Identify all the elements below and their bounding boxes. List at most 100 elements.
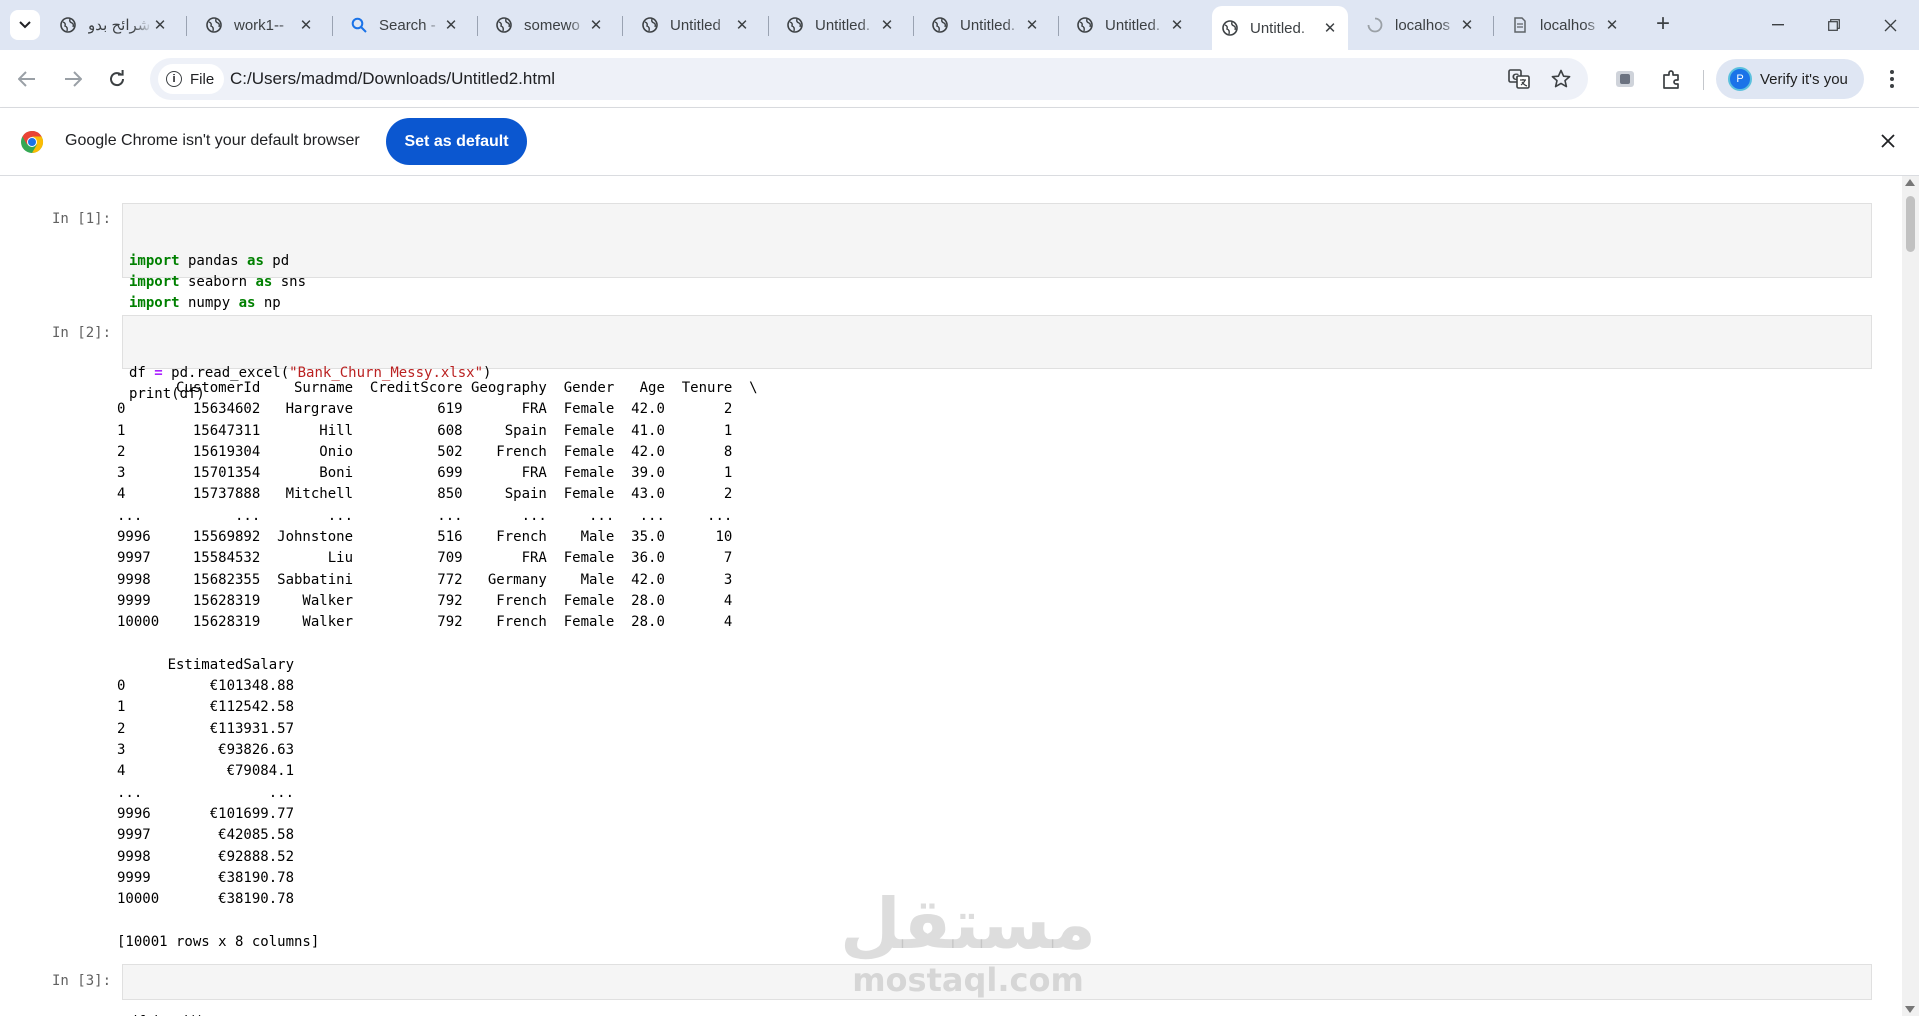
arrow-left-icon (18, 71, 35, 87)
file-chip-label: File (190, 70, 215, 88)
code-token: pd (263, 252, 290, 269)
scrollbar-thumb[interactable] (1906, 196, 1915, 252)
chevron-down-icon (19, 21, 31, 29)
minimize-icon (1772, 24, 1784, 26)
arrow-right-icon (65, 71, 82, 87)
browser-tab[interactable]: Search - ✕ (341, 8, 469, 42)
globe-icon (206, 17, 222, 33)
scroll-down-arrow-icon[interactable] (1905, 1006, 1915, 1013)
toolbar: i File C:/Users/madmd/Downloads/Untitled… (0, 50, 1919, 108)
browser-tab[interactable]: Untitled. ✕ (1067, 8, 1195, 42)
close-tab-icon[interactable]: ✕ (1459, 17, 1475, 34)
browser-tab[interactable]: Untitled. ✕ (922, 8, 1050, 42)
reload-icon (110, 70, 125, 87)
url-text[interactable]: C:/Users/madmd/Downloads/Untitled2.html (230, 69, 555, 89)
browser-tab[interactable]: شرائح بدو ✕ (50, 8, 178, 42)
globe-icon (642, 17, 658, 33)
tab-title: Untitled. (960, 16, 1016, 34)
extensions-button[interactable] (1657, 64, 1687, 94)
tab-separator (332, 16, 333, 36)
restore-button[interactable] (1806, 0, 1862, 50)
translate-icon: G (1508, 69, 1530, 89)
close-tab-icon[interactable]: ✕ (588, 17, 604, 34)
profile-apps-button[interactable] (1610, 64, 1640, 94)
browser-tab[interactable]: somewo ✕ (486, 8, 614, 42)
new-tab-button[interactable]: + (1650, 12, 1676, 38)
browser-tab[interactable]: localhos ✕ (1357, 8, 1485, 42)
browser-tab[interactable]: localhos ✕ (1502, 8, 1630, 42)
browser-tab[interactable]: Untitled. ✕ (1212, 6, 1348, 50)
code-block: df.head() (129, 1012, 1865, 1016)
code-token: seaborn (179, 273, 256, 290)
star-icon (1551, 69, 1571, 88)
tab-title: شرائح بدو (88, 17, 151, 34)
verify-label: Verify it's you (1760, 70, 1848, 88)
close-tab-icon[interactable]: ✕ (152, 17, 168, 34)
close-tab-icon[interactable]: ✕ (734, 17, 750, 34)
tab-title: localhos (1395, 16, 1451, 34)
code-cell-input[interactable]: import pandas as pd import seaborn as sns… (122, 203, 1872, 332)
code-token: np (255, 295, 281, 312)
cell-prompt: In [3]: (52, 973, 112, 989)
chrome-menu-button[interactable] (1877, 64, 1907, 94)
scroll-up-arrow-icon[interactable] (1905, 179, 1915, 186)
page-scrollbar[interactable] (1902, 176, 1919, 1016)
close-tab-icon[interactable]: ✕ (443, 17, 459, 34)
close-tab-icon[interactable]: ✕ (879, 17, 895, 34)
loading-icon (1367, 17, 1383, 33)
info-icon: i (166, 71, 182, 87)
close-tab-icon[interactable]: ✕ (1322, 20, 1338, 37)
cell-prompt: In [2]: (52, 325, 112, 341)
globe-icon (1077, 17, 1093, 33)
code-line: df.head() (129, 1012, 1865, 1016)
tab-separator (1058, 16, 1059, 36)
close-icon (1881, 134, 1895, 148)
watermark: مستقل mostaql.com (840, 886, 1096, 998)
tab-separator (622, 16, 623, 36)
set-as-default-button[interactable]: Set as default (386, 118, 527, 165)
close-tab-icon[interactable]: ✕ (1024, 17, 1040, 34)
globe-icon (60, 17, 76, 33)
close-tab-icon[interactable]: ✕ (298, 17, 314, 34)
code-token: as (238, 295, 256, 312)
tab-search-button[interactable] (10, 10, 40, 40)
back-button[interactable] (12, 64, 42, 94)
browser-tab[interactable]: work1-- ✕ (196, 8, 324, 42)
code-token: pandas (179, 252, 248, 269)
code-token: import (129, 273, 180, 290)
verify-identity-button[interactable]: P Verify it's you (1716, 59, 1864, 99)
browser-tab[interactable]: Untitled. ✕ (777, 8, 905, 42)
code-token: import (129, 295, 180, 312)
translate-button[interactable]: G (1508, 68, 1530, 90)
close-tab-icon[interactable]: ✕ (1169, 17, 1185, 34)
infobar-close-button[interactable] (1876, 130, 1900, 154)
close-tab-icon[interactable]: ✕ (1604, 17, 1620, 34)
bookmark-button[interactable] (1550, 68, 1572, 90)
watermark-arabic: مستقل (840, 883, 1097, 965)
code-cell-input[interactable]: df = pd.read_excel("Bank_Churn_Messy.xls… (122, 315, 1872, 402)
browser-tab[interactable]: Untitled ✕ (632, 8, 760, 42)
chrome-logo-icon (21, 131, 44, 153)
search-icon (351, 17, 367, 33)
cell-prompt: In [1]: (52, 211, 112, 227)
minimize-button[interactable] (1750, 0, 1806, 50)
cell-output: CustomerId Surname CreditScore Geography… (117, 380, 758, 950)
watermark-latin: mostaql.com (852, 961, 1084, 999)
tab-separator (186, 16, 187, 36)
reload-button[interactable] (102, 64, 132, 94)
site-info-chip[interactable]: i File (158, 64, 225, 94)
notebook-page: In [1]: import pandas as pd import seabor… (0, 176, 1902, 1016)
code-line: import pandas as pd (129, 251, 1865, 272)
code-token: sns (272, 273, 307, 290)
code-token: import (129, 252, 180, 269)
close-window-button[interactable] (1862, 0, 1918, 50)
forward-button[interactable] (58, 64, 88, 94)
tab-title: work1-- (234, 16, 285, 34)
tab-title: Untitled. (1250, 19, 1306, 37)
globe-icon (787, 17, 803, 33)
code-token: as (247, 252, 264, 269)
code-line: import seaborn as sns (129, 272, 1865, 293)
address-bar[interactable]: i File C:/Users/madmd/Downloads/Untitled… (150, 58, 1588, 100)
code-token: numpy (179, 295, 239, 312)
globe-icon (1222, 20, 1238, 36)
